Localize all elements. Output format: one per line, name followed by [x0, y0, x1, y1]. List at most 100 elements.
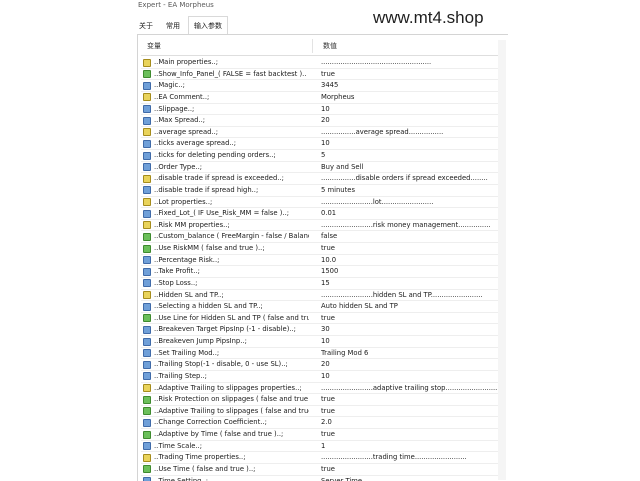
param-name: ..Time Scale..; [154, 441, 309, 452]
param-value[interactable]: 0.01 [321, 208, 501, 219]
table-row[interactable]: ..disable trade if spread is exceeded..;… [141, 173, 504, 185]
group-icon [143, 198, 151, 206]
param-value[interactable]: Server Time [321, 476, 501, 481]
number-icon [143, 268, 151, 276]
number-icon [143, 210, 151, 218]
param-name: ..Lot properties..; [154, 197, 309, 208]
param-value[interactable]: ........................risk money manag… [321, 220, 501, 231]
table-row[interactable]: ..Change Correction Coefficient..;2.0 [141, 417, 504, 429]
param-value[interactable]: true [321, 406, 501, 417]
param-value[interactable]: 10 [321, 104, 501, 115]
param-value[interactable]: ................disable orders if spread… [321, 173, 501, 184]
param-value[interactable]: Buy and Sell [321, 162, 501, 173]
table-row[interactable]: ..Custom_balance ( FreeMargin - false / … [141, 231, 504, 243]
param-value[interactable]: 2.0 [321, 417, 501, 428]
table-row[interactable]: ..Use RiskMM ( false and true )..;true [141, 243, 504, 255]
tab-common[interactable]: 常用 [162, 18, 184, 34]
param-value[interactable]: true [321, 464, 501, 475]
param-value[interactable]: 1 [321, 441, 501, 452]
table-row[interactable]: ..Set Trailing Mod..;Trailing Mod 6 [141, 348, 504, 360]
table-row[interactable]: ..Fixed_Lot_( IF Use_Risk_MM = false )..… [141, 208, 504, 220]
table-row[interactable]: ..Breakeven Jump PipsInp..; 10 [141, 336, 504, 348]
param-name: ..Trading Time properties..; [154, 452, 309, 463]
param-value[interactable]: false [321, 231, 501, 242]
table-row[interactable]: ..Magic..;3445 [141, 80, 504, 92]
param-value[interactable]: 1500 [321, 266, 501, 277]
table-row[interactable]: ..Adaptive Trailing to slippages ( false… [141, 406, 504, 418]
table-row[interactable]: ..Take Profit..;1500 [141, 266, 504, 278]
number-icon [143, 326, 151, 334]
table-row[interactable]: ..disable trade if spread high..;5 minut… [141, 185, 504, 197]
table-row[interactable]: ..ticks average spread..; 10 [141, 138, 504, 150]
table-row[interactable]: ..Risk Protection on slippages ( false a… [141, 394, 504, 406]
table-row[interactable]: ..Lot properties..;.....................… [141, 197, 504, 209]
tab-inputs[interactable]: 输入参数 [188, 16, 228, 35]
table-row[interactable]: ..Adaptive Trailing to slippages propert… [141, 383, 504, 395]
table-row[interactable]: ..Slippage..; 10 [141, 104, 504, 116]
group-icon [143, 128, 151, 136]
param-value[interactable]: ........................hidden SL and TP… [321, 290, 501, 301]
param-value[interactable]: Auto hidden SL and TP [321, 301, 501, 312]
param-value[interactable]: 3445 [321, 80, 501, 91]
table-row[interactable]: ..Breakeven Target PipsInp (-1 - disable… [141, 324, 504, 336]
param-value[interactable]: 15 [321, 278, 501, 289]
param-value[interactable]: ........................lot.............… [321, 197, 501, 208]
number-icon [143, 186, 151, 194]
param-value[interactable]: true [321, 429, 501, 440]
table-row[interactable]: ..Stop Loss..;15 [141, 278, 504, 290]
table-row[interactable]: ..Time Setting..;Server Time [141, 476, 504, 481]
number-icon [143, 117, 151, 125]
table-row[interactable]: ..Risk MM properties..;.................… [141, 220, 504, 232]
table-row[interactable]: ..Trailing Step..;10 [141, 371, 504, 383]
param-value[interactable]: true [321, 394, 501, 405]
param-value[interactable]: 20 [321, 359, 501, 370]
param-value[interactable]: true [321, 243, 501, 254]
param-value[interactable]: ................average spread..........… [321, 127, 501, 138]
param-value[interactable]: ........................................… [321, 57, 501, 68]
param-name: ..Custom_balance ( FreeMargin - false / … [154, 231, 309, 242]
param-value[interactable]: 10 [321, 138, 501, 149]
param-name: ..Breakeven Jump PipsInp..; [154, 336, 309, 347]
param-value[interactable]: ........................adaptive trailin… [321, 383, 501, 394]
param-value[interactable]: 5 minutes [321, 185, 501, 196]
vertical-scrollbar[interactable] [498, 40, 506, 480]
table-row[interactable]: ..Show_Info_Panel_( FALSE = fast backtes… [141, 69, 504, 81]
table-row[interactable]: ..Order Type..;Buy and Sell [141, 162, 504, 174]
number-icon [143, 372, 151, 380]
table-row[interactable]: ..Max Spread..;20 [141, 115, 504, 127]
table-row[interactable]: ..Trading Time properties..;............… [141, 452, 504, 464]
table-row[interactable]: ..ticks for deleting pending orders..;5 [141, 150, 504, 162]
table-row[interactable]: ..Use Line for Hidden SL and TP ( false … [141, 313, 504, 325]
param-value[interactable]: 30 [321, 324, 501, 335]
table-row[interactable]: ..Trailing Stop(-1 - disable, 0 - use SL… [141, 359, 504, 371]
table-row[interactable]: ..Percentage Risk..;10.0 [141, 255, 504, 267]
group-icon [143, 59, 151, 67]
param-value[interactable]: 20 [321, 115, 501, 126]
tab-about[interactable]: 关于 [135, 18, 157, 34]
param-name: ..Main properties..; [154, 57, 309, 68]
param-name: ..ticks average spread..; [154, 138, 309, 149]
table-row[interactable]: ..Main properties..;....................… [141, 57, 504, 69]
param-value[interactable]: ........................trading time....… [321, 452, 501, 463]
table-row[interactable]: ..Time Scale..; 1 [141, 441, 504, 453]
header-variable[interactable]: 变量 [147, 37, 161, 55]
param-value[interactable]: Morpheus [321, 92, 501, 103]
table-row[interactable]: ..Hidden SL and TP..;...................… [141, 290, 504, 302]
table-row[interactable]: ..Use Time ( false and true )..;true [141, 464, 504, 476]
param-value[interactable]: 10 [321, 336, 501, 347]
group-icon [143, 221, 151, 229]
param-value[interactable]: 5 [321, 150, 501, 161]
param-value[interactable]: 10.0 [321, 255, 501, 266]
table-row[interactable]: ..EA Comment..;Morpheus [141, 92, 504, 104]
table-row[interactable]: ..average spread..;................avera… [141, 127, 504, 139]
param-value[interactable]: 10 [321, 371, 501, 382]
param-value[interactable]: Trailing Mod 6 [321, 348, 501, 359]
param-name: ..Slippage..; [154, 104, 309, 115]
table-row[interactable]: ..Selecting a hidden SL and TP..;Auto hi… [141, 301, 504, 313]
parameter-list: ..Main properties..;....................… [141, 57, 504, 481]
number-icon [143, 338, 151, 346]
table-row[interactable]: ..Adaptive by Time ( false and true )..;… [141, 429, 504, 441]
param-value[interactable]: true [321, 313, 501, 324]
header-value[interactable]: 数值 [323, 37, 337, 55]
param-value[interactable]: true [321, 69, 501, 80]
